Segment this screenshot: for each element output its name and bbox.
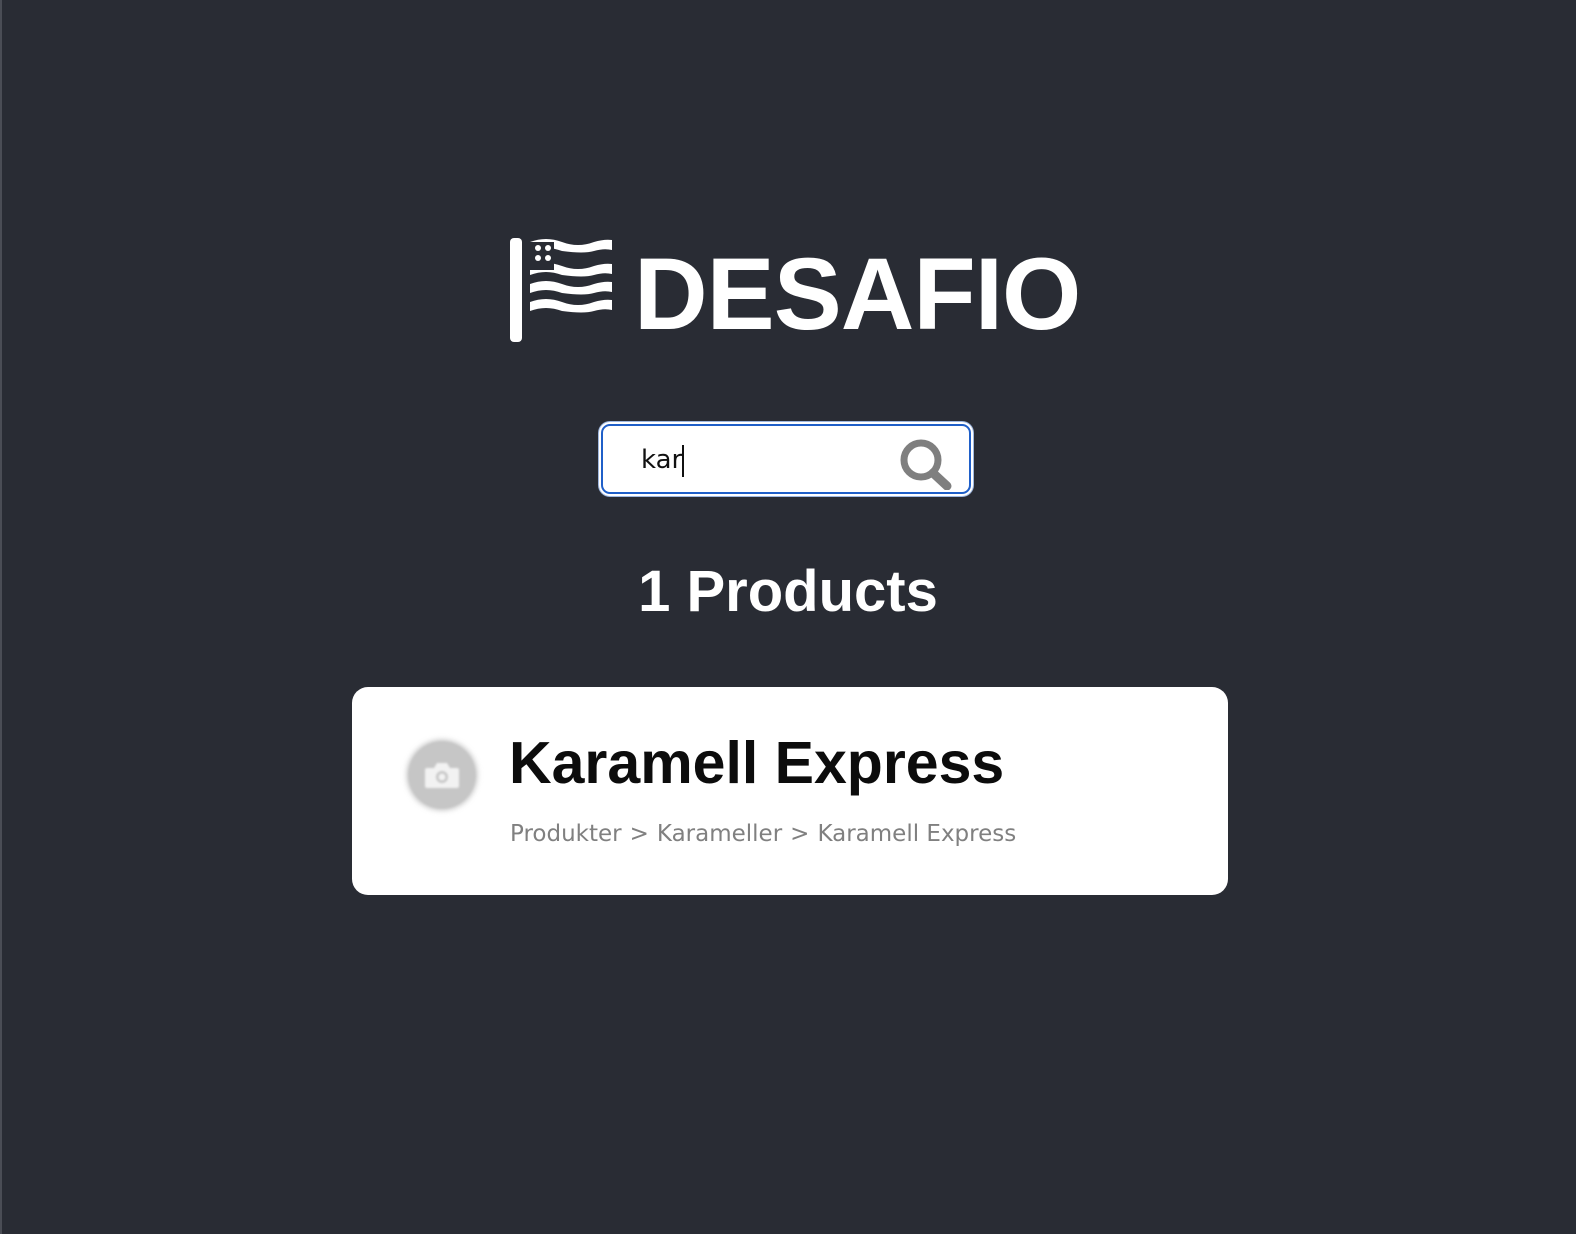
text-caret [682,445,684,477]
flag-icon [508,236,616,344]
search-input[interactable] [641,438,881,482]
product-card[interactable]: Karamell Express Produkter > Karameller > Ka… [352,687,1228,895]
camera-icon [425,763,459,788]
results-count: 1 Products [638,559,938,624]
search-box[interactable] [601,424,971,494]
product-title[interactable]: Karamell Express [509,727,1004,799]
search-icon[interactable] [897,438,953,491]
brand-logo[interactable]: DESAFIO [508,236,1081,351]
breadcrumb: Produkter > Karameller > Karamell Express [510,819,1016,849]
breadcrumb-item[interactable]: Karameller [657,821,782,847]
product-thumbnail [408,741,476,809]
breadcrumb-separator: > [629,821,649,847]
breadcrumb-item[interactable]: Karamell Express [817,821,1016,847]
brand-name: DESAFIO [634,237,1081,351]
breadcrumb-item[interactable]: Produkter [510,821,622,847]
breadcrumb-separator: > [790,821,810,847]
